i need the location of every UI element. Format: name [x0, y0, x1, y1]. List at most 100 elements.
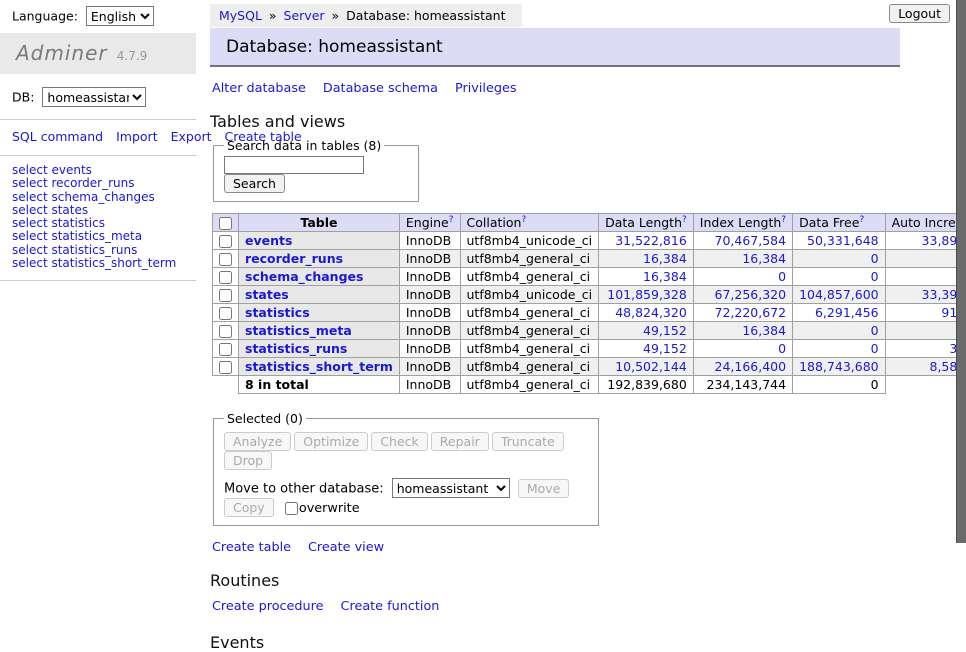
cell-data_free: 0	[793, 340, 886, 358]
column-header-data-length: Data Length?	[599, 214, 694, 232]
import-link[interactable]: Import	[116, 129, 158, 144]
help-link[interactable]: ?	[781, 215, 786, 225]
row-checkbox-cell	[213, 322, 239, 340]
logout-button[interactable]: Logout	[889, 4, 950, 23]
row-checkbox-cell	[213, 250, 239, 268]
breadcrumb-mysql-link[interactable]: MySQL	[219, 8, 262, 23]
cell-collation: utf8mb4_general_ci	[460, 340, 599, 358]
truncate-button[interactable]: Truncate	[492, 432, 564, 451]
optimize-button[interactable]: Optimize	[294, 432, 368, 451]
cell-engine: InnoDB	[399, 322, 460, 340]
topbar: MySQL » Server » Database: homeassistant…	[196, 0, 956, 24]
drop-button[interactable]: Drop	[224, 451, 272, 470]
db-label: DB:	[12, 90, 34, 105]
breadcrumb-separator: »	[269, 8, 277, 23]
select-statistics-runs-link[interactable]: select statistics_runs	[12, 244, 196, 257]
help-link[interactable]: ?	[521, 215, 526, 225]
cell-data_free: 104,857,600	[793, 286, 886, 304]
table-link[interactable]: statistics	[245, 305, 310, 320]
table-row: statistics_runsInnoDButf8mb4_general_ci4…	[213, 340, 966, 358]
cell-index_length: 0	[693, 340, 792, 358]
table-link[interactable]: events	[245, 233, 292, 248]
table-name-cell: statistics	[239, 304, 400, 322]
select-statistics-short-term-link[interactable]: select statistics_short_term	[12, 257, 196, 270]
table-link[interactable]: schema_changes	[245, 269, 363, 284]
search-legend: Search data in tables (8)	[224, 138, 384, 153]
summary-data-length: 192,839,680	[599, 376, 694, 394]
create-table-link[interactable]: Create table	[212, 540, 291, 555]
select-all-checkbox[interactable]	[219, 217, 232, 230]
search-input[interactable]	[224, 156, 364, 174]
vertical-scrollbar[interactable]	[956, 0, 966, 543]
table-row: schema_changesInnoDButf8mb4_general_ci16…	[213, 268, 966, 286]
sql-command-link[interactable]: SQL command	[12, 129, 103, 144]
table-link[interactable]: statistics_short_term	[245, 359, 393, 374]
cell-data_length: 16,384	[599, 268, 694, 286]
cell-collation: utf8mb4_general_ci	[460, 250, 599, 268]
move-label: Move to other database:	[224, 482, 384, 497]
breadcrumb-server-link[interactable]: Server	[284, 8, 325, 23]
database-schema-link[interactable]: Database schema	[323, 81, 438, 96]
cell-data_free: 50,331,648	[793, 232, 886, 250]
language-select[interactable]: English	[86, 6, 154, 26]
search-button[interactable]: Search	[224, 174, 285, 193]
table-link[interactable]: recorder_runs	[245, 251, 343, 266]
row-checkbox[interactable]	[219, 361, 232, 374]
select-statistics-link[interactable]: select statistics	[12, 217, 196, 230]
summary-index-length: 234,143,744	[693, 376, 792, 394]
row-checkbox[interactable]	[219, 289, 232, 302]
database-links: Alter database Database schema Privileges	[212, 81, 956, 96]
row-checkbox[interactable]	[219, 271, 232, 284]
cell-engine: InnoDB	[399, 232, 460, 250]
row-checkbox[interactable]	[219, 343, 232, 356]
column-header-index-length: Index Length?	[693, 214, 792, 232]
select-states-link[interactable]: select states	[12, 204, 196, 217]
row-checkbox[interactable]	[219, 253, 232, 266]
cell-collation: utf8mb4_general_ci	[460, 322, 599, 340]
row-checkbox[interactable]	[219, 235, 232, 248]
overwrite-checkbox[interactable]	[285, 502, 298, 515]
repair-button[interactable]: Repair	[431, 432, 489, 451]
analyze-button[interactable]: Analyze	[224, 432, 291, 451]
cell-index_length: 72,220,672	[693, 304, 792, 322]
cell-index_length: 0	[693, 268, 792, 286]
help-link[interactable]: ?	[449, 215, 454, 225]
alter-database-link[interactable]: Alter database	[212, 81, 306, 96]
cell-engine: InnoDB	[399, 304, 460, 322]
select-schema-changes-link[interactable]: select schema_changes	[12, 191, 196, 204]
check-button[interactable]: Check	[371, 432, 427, 451]
cell-auto_increment: 913,577	[885, 304, 966, 322]
table-link[interactable]: statistics_meta	[245, 323, 352, 338]
cell-data_free: 0	[793, 322, 886, 340]
create-procedure-link[interactable]: Create procedure	[212, 599, 324, 614]
copy-button[interactable]: Copy	[224, 498, 274, 517]
table-name-cell: statistics_meta	[239, 322, 400, 340]
select-recorder-runs-link[interactable]: select recorder_runs	[12, 177, 196, 190]
overwrite-label: overwrite	[299, 501, 360, 516]
move-database-select[interactable]: homeassistant	[392, 478, 510, 498]
table-name-cell: recorder_runs	[239, 250, 400, 268]
summary-blank	[885, 376, 966, 394]
help-link[interactable]: ?	[859, 215, 864, 225]
cell-data_length: 49,152	[599, 340, 694, 358]
cell-auto_increment: 39,999	[885, 340, 966, 358]
select-statistics-meta-link[interactable]: select statistics_meta	[12, 230, 196, 243]
select-events-link[interactable]: select events	[12, 164, 196, 177]
table-link[interactable]: states	[245, 287, 289, 302]
sidebar-table-links: select eventsselect recorder_runsselect …	[0, 156, 196, 281]
table-link[interactable]: statistics_runs	[245, 341, 347, 356]
create-view-link[interactable]: Create view	[308, 540, 384, 555]
help-link[interactable]: ?	[682, 215, 687, 225]
cell-collation: utf8mb4_unicode_ci	[460, 286, 599, 304]
move-button[interactable]: Move	[518, 479, 570, 498]
cell-engine: InnoDB	[399, 358, 460, 376]
breadcrumb-separator: »	[332, 8, 340, 23]
column-header-collation: Collation?	[460, 214, 599, 232]
select-all-cell	[213, 214, 239, 232]
row-checkbox[interactable]	[219, 325, 232, 338]
row-checkbox[interactable]	[219, 307, 232, 320]
cell-data_length: 16,384	[599, 250, 694, 268]
privileges-link[interactable]: Privileges	[455, 81, 517, 96]
db-select[interactable]: homeassistant	[42, 87, 146, 107]
create-function-link[interactable]: Create function	[341, 599, 440, 614]
